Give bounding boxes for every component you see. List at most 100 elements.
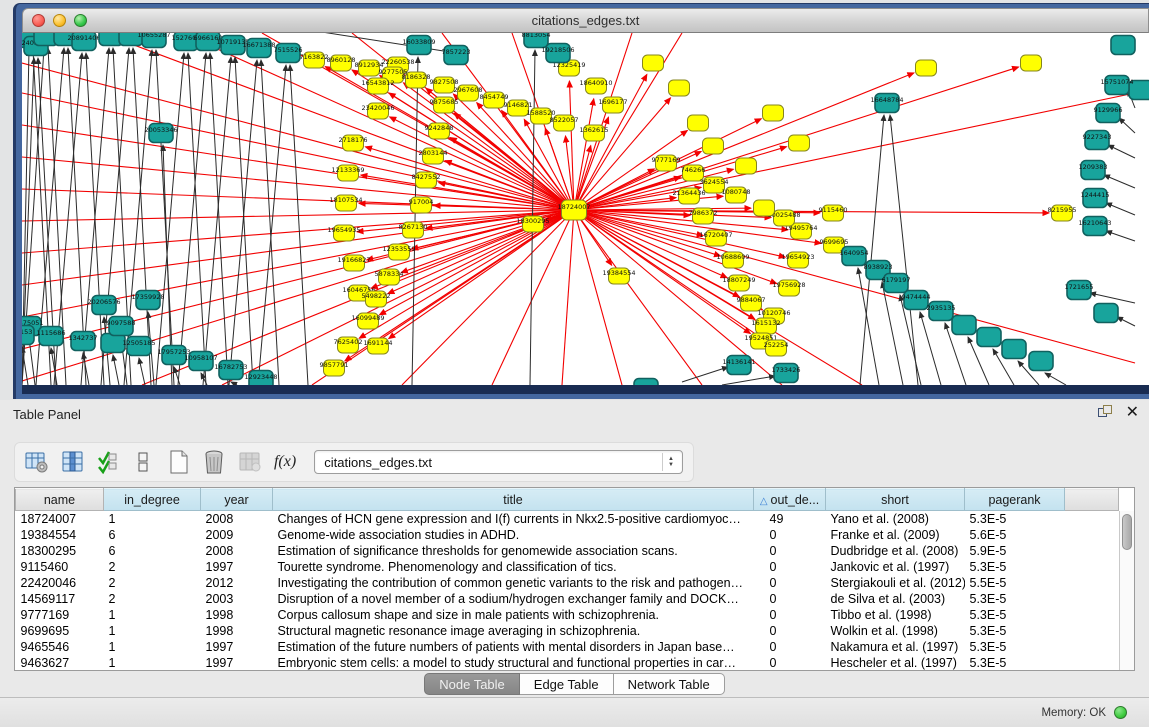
cited-paper-node[interactable]: 39153 — [22, 326, 34, 345]
paper-node[interactable]: 2718176 — [339, 135, 368, 151]
cell-title[interactable]: Genome-wide association studies in ADHD. — [273, 527, 754, 543]
close-panel-icon[interactable]: ✕ — [1126, 405, 1139, 421]
column-header-year[interactable]: year — [201, 489, 273, 511]
cell-out_de[interactable]: 0 — [754, 527, 826, 543]
paper-node[interactable]: 19756928 — [772, 280, 805, 296]
cell-pagerank[interactable]: 5.3E-5 — [965, 607, 1065, 623]
memory-status-icon[interactable] — [1114, 706, 1127, 719]
paper-node[interactable]: 18807249 — [722, 275, 755, 291]
table-scrollbar[interactable] — [1119, 511, 1134, 670]
paper-node[interactable]: 8427552 — [412, 172, 441, 188]
paper-node[interactable] — [669, 80, 690, 96]
cell-pagerank[interactable]: 5.3E-5 — [965, 623, 1065, 639]
paper-node[interactable]: 18724007 — [557, 200, 590, 220]
cell-out_de[interactable]: 0 — [754, 623, 826, 639]
cited-paper-node[interactable]: 17359928 — [131, 291, 164, 310]
cited-paper-node[interactable]: 20891406 — [67, 33, 100, 51]
cell-name[interactable]: 9777169 — [16, 607, 104, 623]
delete-trash-icon[interactable] — [202, 449, 226, 475]
cell-pagerank[interactable]: 5.9E-5 — [965, 543, 1065, 559]
cited-paper-node[interactable]: 1244415 — [1081, 189, 1110, 208]
cited-paper-node[interactable]: 16648784 — [870, 94, 903, 113]
cell-short[interactable]: Franke et al. (2009) — [826, 527, 965, 543]
cell-year[interactable]: 2012 — [201, 575, 273, 591]
paper-node[interactable]: 1691144 — [364, 338, 393, 354]
paper-node[interactable]: 16720407 — [699, 230, 732, 246]
paper-node[interactable] — [754, 200, 775, 216]
paper-node[interactable]: 12353559 — [382, 244, 415, 260]
paper-node[interactable] — [736, 158, 757, 174]
cited-paper-node[interactable]: 9097588 — [107, 317, 136, 336]
cited-paper-node[interactable]: 16033809 — [402, 36, 435, 55]
paper-node[interactable]: 9857791 — [320, 360, 349, 376]
paper-node[interactable]: 9242848 — [425, 123, 454, 139]
cell-short[interactable]: Jankovic et al. (1997) — [826, 559, 965, 575]
paper-node[interactable]: 7986372 — [689, 208, 718, 224]
paper-node[interactable] — [703, 138, 724, 154]
show-columns-icon[interactable] — [60, 449, 84, 475]
cell-title[interactable]: Structural magnetic resonance image aver… — [273, 623, 754, 639]
cell-name[interactable]: 14569117 — [16, 591, 104, 607]
cited-paper-node[interactable]: 16210643 — [1078, 217, 1111, 236]
cell-name[interactable]: 22420046 — [16, 575, 104, 591]
table-row[interactable]: 2242004622012Investigating the contribut… — [16, 575, 1119, 591]
table-row[interactable]: 1872400712008Changes of HCN gene express… — [16, 511, 1119, 527]
cell-in_degree[interactable]: 1 — [104, 511, 201, 527]
table-header-row[interactable]: namein_degreeyeartitle△out_de...shortpag… — [16, 489, 1119, 511]
paper-node[interactable] — [688, 115, 709, 131]
table-row[interactable]: 946362711997Embryonic stem cells: a mode… — [16, 655, 1119, 671]
cited-paper-node[interactable]: 1115686 — [37, 327, 66, 346]
paper-node[interactable]: 8267130 — [399, 222, 428, 238]
cell-out_de[interactable]: 0 — [754, 655, 826, 671]
paper-node[interactable]: 2803144 — [419, 148, 448, 164]
column-header-short[interactable]: short — [826, 489, 965, 511]
table-row[interactable]: 911546021997Tourette syndrome. Phenomeno… — [16, 559, 1119, 575]
cell-title[interactable]: Embryonic stem cells: a model to study s… — [273, 655, 754, 671]
tab-node-table[interactable]: Node Table — [424, 673, 520, 695]
cell-out_de[interactable]: 0 — [754, 639, 826, 655]
cited-paper-node[interactable]: 1209383 — [1079, 161, 1108, 180]
table-row[interactable]: 1938455462009Genome-wide association stu… — [16, 527, 1119, 543]
table-row[interactable]: 946554611997Estimation of the future num… — [16, 639, 1119, 655]
cell-title[interactable]: Corpus callosum shape and size in male p… — [273, 607, 754, 623]
cell-year[interactable]: 2008 — [201, 511, 273, 527]
paper-node[interactable]: 12133369 — [331, 165, 364, 181]
cell-year[interactable]: 1998 — [201, 607, 273, 623]
scrollbar-thumb[interactable] — [1122, 514, 1132, 550]
paper-node[interactable] — [643, 55, 664, 71]
cell-in_degree[interactable]: 2 — [104, 591, 201, 607]
column-header-pagerank[interactable]: pagerank — [965, 489, 1065, 511]
paper-node[interactable]: 1080748 — [722, 187, 751, 203]
cited-paper-node[interactable] — [952, 316, 976, 335]
paper-node[interactable]: 5498222 — [362, 291, 391, 307]
cell-short[interactable]: de Silva et al. (2003) — [826, 591, 965, 607]
cell-pagerank[interactable]: 5.3E-5 — [965, 559, 1065, 575]
cell-pagerank[interactable]: 5.5E-5 — [965, 575, 1065, 591]
cell-in_degree[interactable]: 1 — [104, 623, 201, 639]
row-height-icon[interactable] — [131, 449, 155, 475]
table-row[interactable]: 1456911722003Disruption of a novel membe… — [16, 591, 1119, 607]
cited-paper-node[interactable]: 19218506 — [541, 44, 574, 63]
table-settings-icon[interactable] — [25, 449, 49, 475]
column-header-title[interactable]: title — [273, 489, 754, 511]
cell-year[interactable]: 1997 — [201, 655, 273, 671]
cell-out_de[interactable]: 0 — [754, 559, 826, 575]
paper-node[interactable]: 16543812 — [361, 78, 394, 94]
cell-year[interactable]: 2009 — [201, 527, 273, 543]
paper-node[interactable]: 18640910 — [579, 78, 612, 94]
paper-node[interactable]: 19384554 — [602, 268, 635, 284]
cell-year[interactable]: 1997 — [201, 559, 273, 575]
cell-name[interactable]: 9699695 — [16, 623, 104, 639]
cell-title[interactable]: Changes of HCN gene expression and I(f) … — [273, 511, 754, 527]
cell-title[interactable]: Investigating the contribution of common… — [273, 575, 754, 591]
cited-paper-node[interactable]: 20053346 — [144, 124, 177, 143]
cited-paper-node[interactable]: 12505185 — [122, 337, 155, 356]
cited-paper-node[interactable]: 6179197 — [882, 274, 911, 293]
cell-short[interactable]: Tibbo et al. (1998) — [826, 607, 965, 623]
paper-node[interactable]: 917004 — [409, 197, 434, 213]
cited-paper-node[interactable]: 15751074 — [1100, 76, 1133, 95]
network-window-titlebar[interactable]: citations_edges.txt — [22, 8, 1149, 33]
cited-paper-node[interactable]: 12923448 — [244, 371, 277, 386]
tab-network-table[interactable]: Network Table — [614, 673, 725, 695]
cited-paper-node[interactable]: 1721655 — [1065, 281, 1094, 300]
